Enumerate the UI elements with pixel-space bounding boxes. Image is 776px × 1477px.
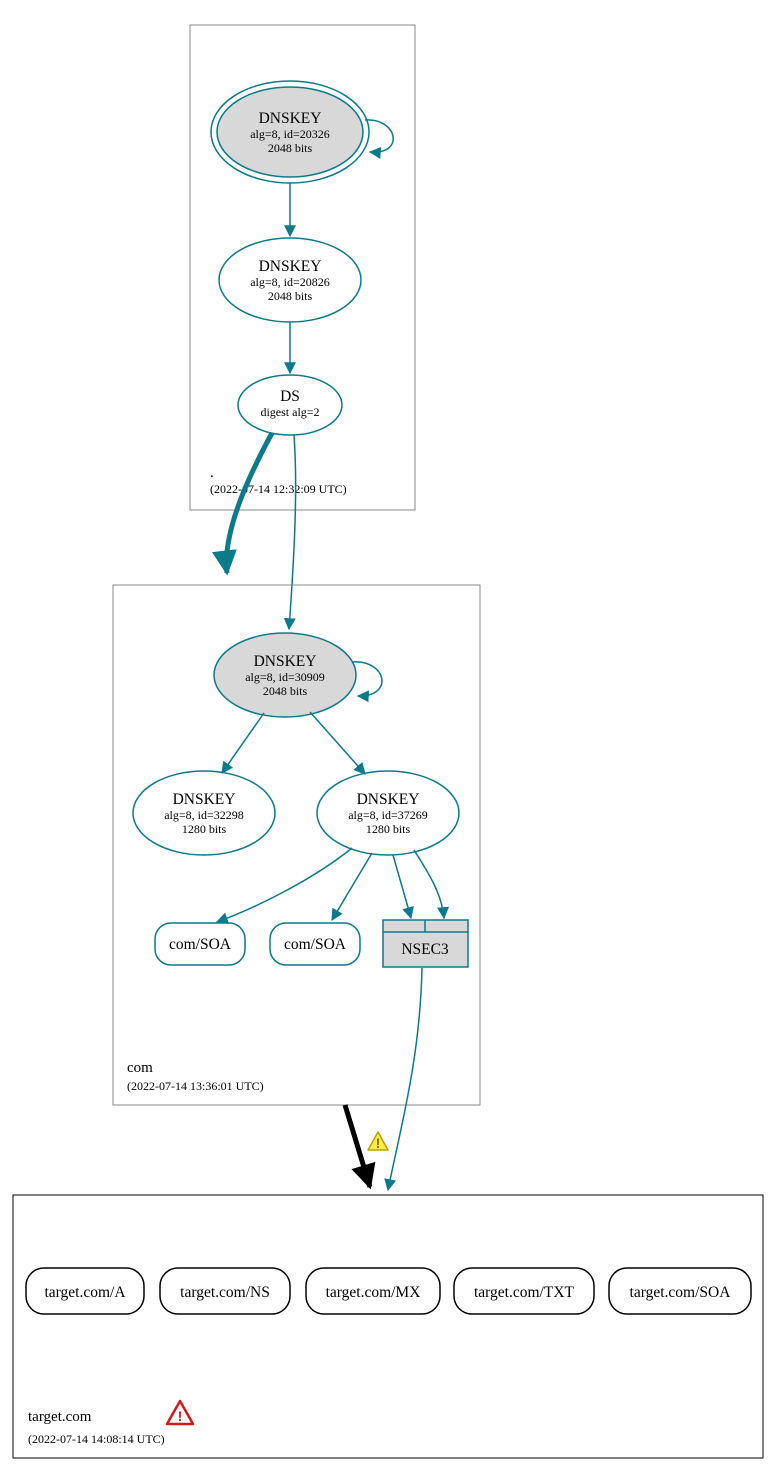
edge-com-to-target-deleg [345,1105,370,1187]
svg-text:DNSKEY: DNSKEY [259,258,322,275]
target-rr-txt: target.com/TXT [454,1268,594,1314]
root-ds: DS digest alg=2 [238,375,342,435]
svg-text:1280 bits: 1280 bits [366,822,411,836]
com-zsk-1: DNSKEY alg=8, id=32298 1280 bits [133,771,275,855]
svg-text:target.com/MX: target.com/MX [326,1284,421,1301]
warning-icon: ! [368,1132,388,1151]
edge-com-zsk2-soa1 [217,848,352,922]
svg-text:!: ! [376,1135,381,1151]
svg-text:alg=8, id=37269: alg=8, id=37269 [348,808,428,822]
target-rr-mx: target.com/MX [306,1268,440,1314]
svg-text:1280 bits: 1280 bits [182,822,227,836]
svg-text:DNSKEY: DNSKEY [259,110,322,127]
edge-com-zsk2-nsec3b [414,850,444,918]
zone-root: . (2022-07-14 12:32:09 UTC) DNSKEY alg=8… [190,25,415,510]
svg-text:NSEC3: NSEC3 [401,941,449,958]
svg-text:target.com/NS: target.com/NS [180,1284,270,1301]
zone-target-label: target.com [28,1409,92,1425]
edge-com-zsk2-nsec3a [393,855,411,918]
zone-root-label: . [210,465,214,481]
zone-com-label: com [127,1060,153,1076]
svg-text:2048 bits: 2048 bits [268,289,313,303]
svg-text:alg=8, id=32298: alg=8, id=32298 [164,808,244,822]
edge-com-ksk-self [353,662,382,696]
com-soa-1: com/SOA [155,923,245,965]
svg-text:alg=8, id=20826: alg=8, id=20826 [250,275,330,289]
com-ksk: DNSKEY alg=8, id=30909 2048 bits [214,633,356,717]
edge-root-ds-to-com-ksk [289,435,296,629]
zone-com: com (2022-07-14 13:36:01 UTC) DNSKEY alg… [113,585,480,1105]
root-ksk: DNSKEY alg=8, id=20326 2048 bits [211,81,369,183]
svg-text:DS: DS [280,388,300,405]
com-nsec3: NSEC3 [383,920,468,967]
edge-com-nsec3-to-target [388,968,422,1190]
dnssec-graph: . (2022-07-14 12:32:09 UTC) DNSKEY alg=8… [0,0,776,1477]
svg-text:alg=8, id=30909: alg=8, id=30909 [245,670,325,684]
svg-text:alg=8, id=20326: alg=8, id=20326 [250,127,330,141]
svg-text:DNSKEY: DNSKEY [357,791,420,808]
root-zsk: DNSKEY alg=8, id=20826 2048 bits [219,238,361,322]
target-rr-soa: target.com/SOA [609,1268,751,1314]
edge-com-ksk-zsk2 [310,712,365,774]
edge-root-to-com-deleg [226,433,272,573]
svg-text:target.com/SOA: target.com/SOA [630,1284,732,1301]
svg-text:digest alg=2: digest alg=2 [260,405,319,419]
svg-text:com/SOA: com/SOA [284,936,347,953]
target-rr-ns: target.com/NS [160,1268,290,1314]
svg-text:DNSKEY: DNSKEY [173,791,236,808]
zone-target: target.com (2022-07-14 14:08:14 UTC) ! t… [13,1195,763,1458]
com-soa-2: com/SOA [270,923,360,965]
zone-target-time: (2022-07-14 14:08:14 UTC) [28,1432,165,1446]
svg-text:target.com/TXT: target.com/TXT [474,1284,575,1301]
svg-text:target.com/A: target.com/A [44,1284,126,1301]
zone-com-time: (2022-07-14 13:36:01 UTC) [127,1079,264,1093]
svg-text:2048 bits: 2048 bits [268,141,313,155]
svg-text:2048 bits: 2048 bits [263,684,308,698]
svg-text:DNSKEY: DNSKEY [254,653,317,670]
com-zsk-2: DNSKEY alg=8, id=37269 1280 bits [317,771,459,855]
target-rr-a: target.com/A [26,1268,144,1314]
svg-text:!: ! [178,1408,183,1424]
edge-com-ksk-zsk1 [222,713,264,773]
zone-root-time: (2022-07-14 12:32:09 UTC) [210,482,347,496]
edge-com-zsk2-soa2 [332,853,372,920]
svg-text:com/SOA: com/SOA [169,936,232,953]
error-icon: ! [167,1401,193,1424]
